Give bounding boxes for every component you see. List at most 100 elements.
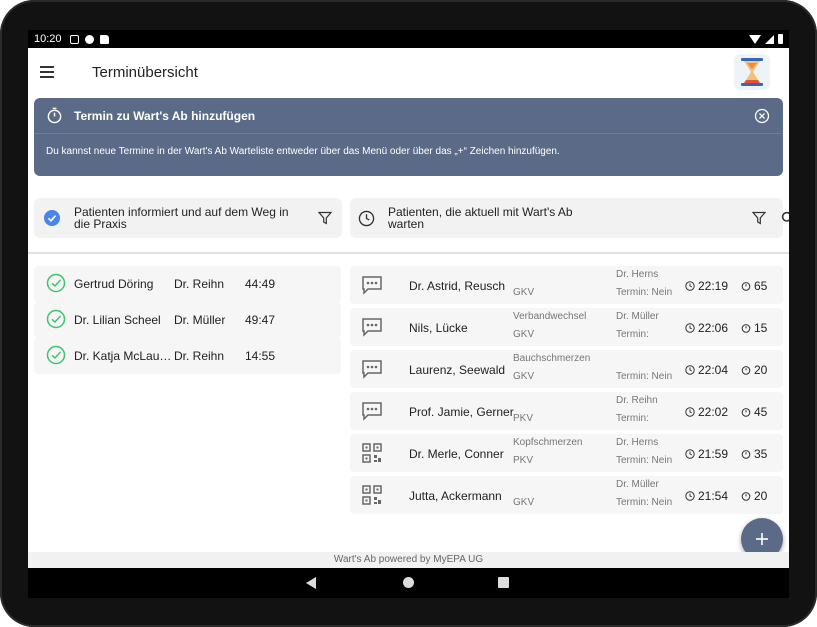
qr-code-icon[interactable] bbox=[361, 485, 383, 505]
clock-icon bbox=[685, 407, 695, 417]
timer-icon bbox=[741, 324, 751, 333]
app-bar: Terminübersicht bbox=[28, 48, 789, 98]
status-time: 10:20 bbox=[34, 33, 62, 45]
section-divider bbox=[28, 252, 789, 254]
patient-name: Laurenz, Seewald bbox=[409, 363, 506, 377]
patient-name: Dr. Merle, Conner bbox=[409, 447, 504, 461]
doctor-name: Dr. Reihn bbox=[616, 395, 658, 406]
appointment-status: Termin: Nein bbox=[616, 371, 673, 382]
arrival-time: 22:02 bbox=[685, 405, 728, 419]
chat-icon[interactable] bbox=[361, 275, 383, 295]
wait-minutes-value: 65 bbox=[754, 279, 768, 293]
banner-text: Du kannst neue Termine in der Wart's Ab … bbox=[46, 146, 560, 157]
timer-icon bbox=[741, 408, 751, 417]
list-item[interactable]: Dr. Katja McLaug... Dr. Reihn 14:55 bbox=[34, 338, 341, 374]
wait-minutes: 15 bbox=[741, 321, 767, 335]
clock-icon bbox=[685, 323, 695, 333]
wait-minutes-value: 20 bbox=[754, 489, 768, 503]
doctor-name: Dr. Müller bbox=[616, 311, 659, 322]
appointment-status: Termin: bbox=[616, 329, 649, 340]
chat-icon[interactable] bbox=[361, 317, 383, 337]
wait-minutes: 65 bbox=[741, 279, 767, 293]
table-row[interactable]: Laurenz, Seewald Bauchschmerzen GKV Term… bbox=[350, 350, 783, 388]
arrival-time-value: 21:59 bbox=[698, 447, 729, 461]
insurance-type: GKV bbox=[513, 329, 535, 340]
wait-minutes: 20 bbox=[741, 489, 767, 503]
table-row[interactable]: Jutta, Ackermann GKV Dr. Müller Termin: … bbox=[350, 476, 783, 514]
arrival-time: 22:19 bbox=[685, 279, 728, 293]
battery-icon bbox=[778, 34, 783, 44]
visit-reason: Bauchschmerzen bbox=[513, 353, 591, 364]
status-right bbox=[749, 34, 783, 44]
qr-code-icon[interactable] bbox=[361, 443, 383, 463]
check-circle-icon bbox=[44, 210, 60, 226]
banner-title: Termin zu Wart's Ab hinzufügen bbox=[74, 109, 256, 123]
arrival-time-value: 22:19 bbox=[698, 279, 729, 293]
waiting-patients-header: Patienten, die aktuell mit Wart's Ab war… bbox=[350, 198, 789, 238]
timer-icon bbox=[741, 492, 751, 501]
patient-name: Nils, Lücke bbox=[409, 321, 468, 335]
notification-icon bbox=[69, 34, 79, 44]
patient-name: Jutta, Ackermann bbox=[409, 489, 502, 503]
table-row[interactable]: Dr. Astrid, Reusch GKV Dr. Herns Termin:… bbox=[350, 266, 783, 304]
appointment-status: Termin: Nein bbox=[616, 455, 673, 466]
informed-patients-label: Patienten informiert und auf dem Weg in … bbox=[74, 205, 289, 231]
clock-icon bbox=[358, 210, 375, 227]
wait-minutes-value: 20 bbox=[754, 363, 768, 377]
plus-icon bbox=[756, 533, 768, 545]
back-icon[interactable] bbox=[306, 577, 316, 589]
page-title: Terminübersicht bbox=[92, 64, 198, 81]
wifi-icon bbox=[749, 34, 761, 44]
clock-icon bbox=[685, 281, 695, 291]
doctor-name: Dr. Reihn bbox=[174, 277, 225, 291]
appointment-status: Termin: Nein bbox=[616, 287, 673, 298]
check-circle-icon bbox=[46, 273, 66, 293]
waiting-patients-label: Patienten, die aktuell mit Wart's Ab war… bbox=[388, 205, 573, 231]
visit-reason: Verbandwechsel bbox=[513, 311, 587, 322]
elapsed-time: 49:47 bbox=[245, 313, 276, 327]
timer-icon bbox=[47, 107, 62, 124]
filter-icon[interactable] bbox=[318, 211, 332, 225]
table-row[interactable]: Prof. Jamie, Gerner PKV Dr. Reihn Termin… bbox=[350, 392, 783, 430]
arrival-time-value: 22:06 bbox=[698, 321, 729, 335]
tablet-frame: 10:20 Terminübersicht Termin zu Wart's A… bbox=[0, 0, 817, 627]
clock-icon bbox=[685, 365, 695, 375]
timer-icon bbox=[741, 282, 751, 291]
arrival-time-value: 21:54 bbox=[698, 489, 729, 503]
timer-icon bbox=[741, 366, 751, 375]
chat-icon[interactable] bbox=[361, 401, 383, 421]
hamburger-menu-icon[interactable] bbox=[40, 66, 54, 78]
patient-name: Dr. Astrid, Reusch bbox=[409, 279, 506, 293]
search-icon[interactable] bbox=[781, 211, 789, 225]
doctor-name: Dr. Herns bbox=[616, 269, 659, 280]
footer: Wart's Ab powered by MyEPA UG bbox=[28, 552, 789, 568]
list-item[interactable]: Dr. Lilian Scheel Dr. Müller 49:47 bbox=[34, 302, 341, 338]
filter-icon[interactable] bbox=[752, 211, 766, 225]
appointment-status: Termin: Nein bbox=[616, 497, 673, 508]
close-banner-icon[interactable] bbox=[754, 108, 770, 124]
informed-patients-list: Gertrud Döring Dr. Reihn 44:49 Dr. Lilia… bbox=[34, 266, 341, 374]
chat-icon[interactable] bbox=[361, 359, 383, 379]
elapsed-time: 14:55 bbox=[245, 349, 276, 363]
arrival-time: 22:04 bbox=[685, 363, 728, 377]
doctor-name: Dr. Müller bbox=[616, 479, 659, 490]
doctor-name: Dr. Reihn bbox=[174, 349, 225, 363]
waiting-patients-list: Dr. Astrid, Reusch GKV Dr. Herns Termin:… bbox=[350, 266, 783, 518]
doctor-name: Dr. Herns bbox=[616, 437, 659, 448]
insurance-type: GKV bbox=[513, 287, 535, 298]
arrival-time-value: 22:02 bbox=[698, 405, 729, 419]
home-icon[interactable] bbox=[403, 577, 414, 588]
wait-minutes: 35 bbox=[741, 447, 767, 461]
list-item[interactable]: Gertrud Döring Dr. Reihn 44:49 bbox=[34, 266, 341, 302]
recent-apps-icon[interactable] bbox=[498, 577, 509, 588]
navigation-bar bbox=[28, 568, 789, 598]
wait-minutes-value: 35 bbox=[754, 447, 768, 461]
doctor-name: Dr. Müller bbox=[174, 313, 226, 327]
table-row[interactable]: Dr. Merle, Conner Kopfschmerzen PKV Dr. … bbox=[350, 434, 783, 472]
arrival-time-value: 22:04 bbox=[698, 363, 729, 377]
insurance-type: GKV bbox=[513, 371, 535, 382]
clock-icon bbox=[685, 491, 695, 501]
sd-card-icon bbox=[99, 34, 109, 44]
wait-minutes-value: 15 bbox=[754, 321, 768, 335]
table-row[interactable]: Nils, Lücke Verbandwechsel GKV Dr. Mülle… bbox=[350, 308, 783, 346]
